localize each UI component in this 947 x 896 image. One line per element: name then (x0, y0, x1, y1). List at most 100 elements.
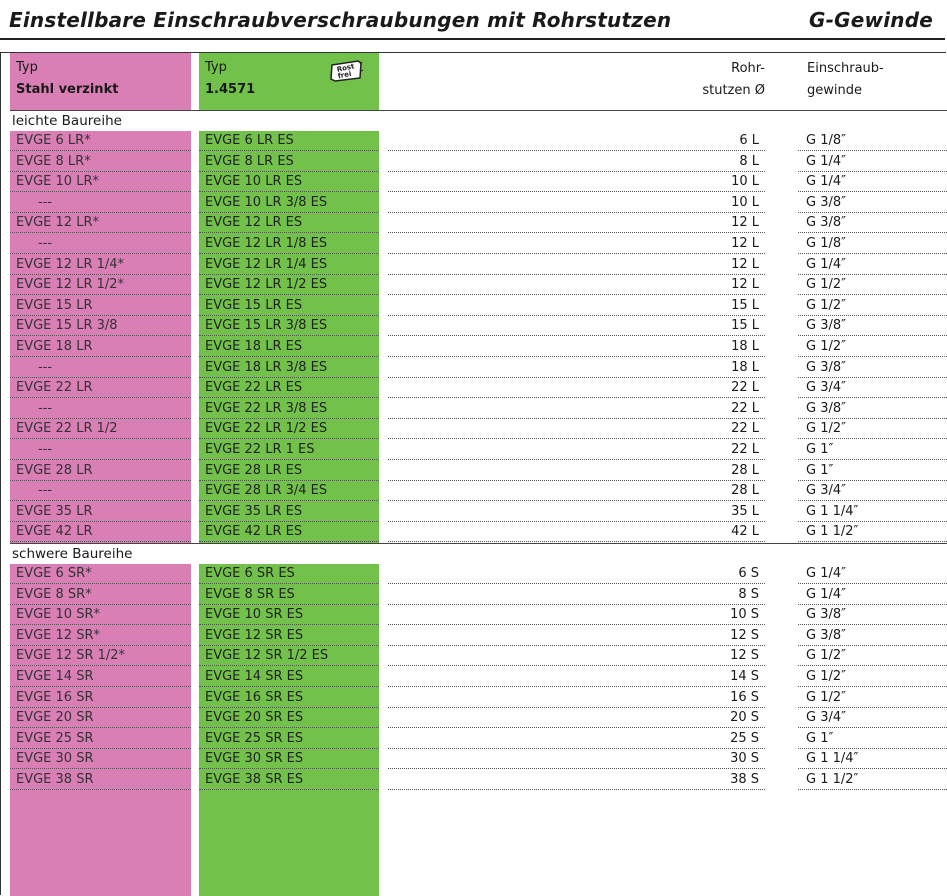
thread-cell: G 1/4″ (798, 564, 947, 584)
tube-diameter-cell: 10 L (388, 172, 765, 193)
header-stainless: Typ 1.4571 Rost frei (199, 53, 379, 108)
steel-type-cell: EVGE 12 LR 1/2* (10, 275, 191, 296)
steel-type-cell: EVGE 12 LR* (10, 213, 191, 234)
page-title-bar: Einstellbare Einschraubverschraubungen m… (0, 0, 945, 40)
steel-type-cell: EVGE 10 SR* (10, 605, 191, 626)
table-row: EVGE 10 SR* EVGE 10 SR ES 10 S G 3/8″ (10, 605, 947, 626)
page-title: Einstellbare Einschraubverschraubungen m… (9, 8, 672, 32)
table-row: EVGE 14 SR EVGE 14 SR ES 14 S G 1/2″ (10, 667, 947, 687)
tube-diameter-cell: 35 L (388, 502, 765, 522)
stainless-type-cell: EVGE 15 LR 3/8 ES (199, 316, 379, 337)
table-frame: Typ Stahl verzinkt Typ 1.4571 Rost frei … (0, 52, 947, 896)
section-title: schwere Baureihe (12, 546, 133, 562)
steel-type-cell: EVGE 15 LR (10, 296, 191, 316)
tube-diameter-cell: 12 L (388, 234, 765, 254)
table-row: --- EVGE 18 LR 3/8 ES 18 L G 3/8″ (10, 358, 947, 378)
header-tube-line1: Rohr- (731, 61, 765, 76)
stainless-type-cell: EVGE 42 LR ES (199, 522, 379, 543)
tube-diameter-cell: 25 S (388, 729, 765, 749)
thread-cell: G 3/8″ (798, 626, 947, 646)
table-row: EVGE 42 LR EVGE 42 LR ES 42 L G 1 1/2″ (10, 522, 947, 543)
stainless-type-cell: EVGE 38 SR ES (199, 770, 379, 790)
table-row: EVGE 12 SR* EVGE 12 SR ES 12 S G 3/8″ (10, 626, 947, 646)
stainless-type-cell: EVGE 6 SR ES (199, 564, 379, 584)
thread-cell: G 1 1/2″ (798, 770, 947, 790)
table-row: EVGE 18 LR EVGE 18 LR ES 18 L G 1/2″ (10, 337, 947, 357)
table-row: EVGE 8 SR* EVGE 8 SR ES 8 S G 1/4″ (10, 585, 947, 605)
steel-type-cell: EVGE 22 LR (10, 378, 191, 399)
tube-diameter-cell: 15 L (388, 296, 765, 316)
table-row: EVGE 6 SR* EVGE 6 SR ES 6 S G 1/4″ (10, 564, 947, 584)
table-row: EVGE 10 LR* EVGE 10 LR ES 10 L G 1/4″ (10, 172, 947, 193)
table-row: EVGE 20 SR EVGE 20 SR ES 20 S G 3/4″ (10, 708, 947, 729)
stainless-type-cell: EVGE 25 SR ES (199, 729, 379, 749)
thread-cell: G 1″ (798, 461, 947, 481)
stainless-type-cell: EVGE 8 LR ES (199, 152, 379, 172)
table-row: --- EVGE 22 LR 3/8 ES 22 L G 3/8″ (10, 399, 947, 419)
steel-type-cell: EVGE 16 SR (10, 688, 191, 708)
tube-diameter-cell: 30 S (388, 749, 765, 770)
tube-diameter-cell: 14 S (388, 667, 765, 687)
header-tube: Rohr- stutzen Ø (669, 58, 765, 102)
table-row: EVGE 25 SR EVGE 25 SR ES 25 S G 1″ (10, 729, 947, 749)
thread-cell: G 3/8″ (798, 399, 947, 419)
table-row: --- EVGE 28 LR 3/4 ES 28 L G 3/4″ (10, 481, 947, 502)
stainless-type-cell: EVGE 14 SR ES (199, 667, 379, 687)
table-row: --- EVGE 22 LR 1 ES 22 L G 1″ (10, 440, 947, 460)
steel-type-cell: --- (10, 358, 191, 378)
stainless-type-cell: EVGE 18 LR 3/8 ES (199, 358, 379, 378)
tube-diameter-cell: 12 L (388, 213, 765, 234)
table-row: EVGE 16 SR EVGE 16 SR ES 16 S G 1/2″ (10, 688, 947, 708)
header-thread-line1: Einschraub- (807, 61, 884, 76)
tube-diameter-cell: 8 S (388, 585, 765, 605)
table-row: EVGE 22 LR 1/2 EVGE 22 LR 1/2 ES 22 L G 1/2… (10, 419, 947, 440)
header-stainless-line2: 1.4571 (205, 82, 256, 97)
tube-diameter-cell: 16 S (388, 688, 765, 708)
steel-type-cell: EVGE 8 LR* (10, 152, 191, 172)
table-row: EVGE 12 LR 1/2* EVGE 12 LR 1/2 ES 12 L G 1/… (10, 275, 947, 296)
thread-cell: G 3/4″ (798, 378, 947, 399)
rostfrei-badge-icon: Rost frei (330, 60, 363, 82)
thread-cell: G 1 1/2″ (798, 522, 947, 543)
stainless-type-cell: EVGE 22 LR 1/2 ES (199, 419, 379, 440)
table-row: EVGE 22 LR EVGE 22 LR ES 22 L G 3/4″ (10, 378, 947, 399)
table-row: EVGE 30 SR EVGE 30 SR ES 30 S G 1 1/4″ (10, 749, 947, 770)
steel-type-cell: EVGE 6 SR* (10, 564, 191, 584)
thread-cell: G 1/4″ (798, 172, 947, 193)
steel-type-cell: EVGE 42 LR (10, 522, 191, 543)
steel-type-cell: EVGE 15 LR 3/8 (10, 316, 191, 337)
steel-type-cell: --- (10, 440, 191, 460)
steel-type-cell: EVGE 18 LR (10, 337, 191, 357)
steel-type-cell: EVGE 12 SR* (10, 626, 191, 646)
table-row: EVGE 15 LR EVGE 15 LR ES 15 L G 1/2″ (10, 296, 947, 316)
steel-type-cell: --- (10, 193, 191, 213)
tube-diameter-cell: 12 S (388, 646, 765, 667)
table-row: EVGE 8 LR* EVGE 8 LR ES 8 L G 1/4″ (10, 152, 947, 172)
thread-cell: G 1/2″ (798, 667, 947, 687)
stainless-type-cell: EVGE 22 LR ES (199, 378, 379, 399)
tube-diameter-cell: 28 L (388, 481, 765, 502)
thread-cell: G 3/8″ (798, 213, 947, 234)
tube-diameter-cell: 38 S (388, 770, 765, 790)
thread-cell: G 1/2″ (798, 275, 947, 296)
thread-cell: G 1/2″ (798, 337, 947, 357)
thread-cell: G 3/4″ (798, 481, 947, 502)
table-row: EVGE 6 LR* EVGE 6 LR ES 6 L G 1/8″ (10, 131, 947, 151)
steel-type-cell: EVGE 35 LR (10, 502, 191, 522)
header-tube-line2: stutzen Ø (702, 83, 765, 98)
steel-type-cell: EVGE 20 SR (10, 708, 191, 729)
thread-cell: G 1/4″ (798, 585, 947, 605)
thread-cell: G 1″ (798, 440, 947, 460)
header-steel: Typ Stahl verzinkt (10, 53, 191, 108)
thread-cell: G 3/8″ (798, 316, 947, 337)
tube-diameter-cell: 18 L (388, 337, 765, 357)
stainless-type-cell: EVGE 12 LR 1/4 ES (199, 255, 379, 275)
tube-diameter-cell: 42 L (388, 522, 765, 543)
steel-type-cell: EVGE 28 LR (10, 461, 191, 481)
tube-diameter-cell: 12 L (388, 275, 765, 296)
steel-type-cell: --- (10, 234, 191, 254)
stainless-type-cell: EVGE 28 LR ES (199, 461, 379, 481)
steel-type-cell: EVGE 25 SR (10, 729, 191, 749)
stainless-type-cell: EVGE 12 SR 1/2 ES (199, 646, 379, 667)
tube-diameter-cell: 8 L (388, 152, 765, 172)
